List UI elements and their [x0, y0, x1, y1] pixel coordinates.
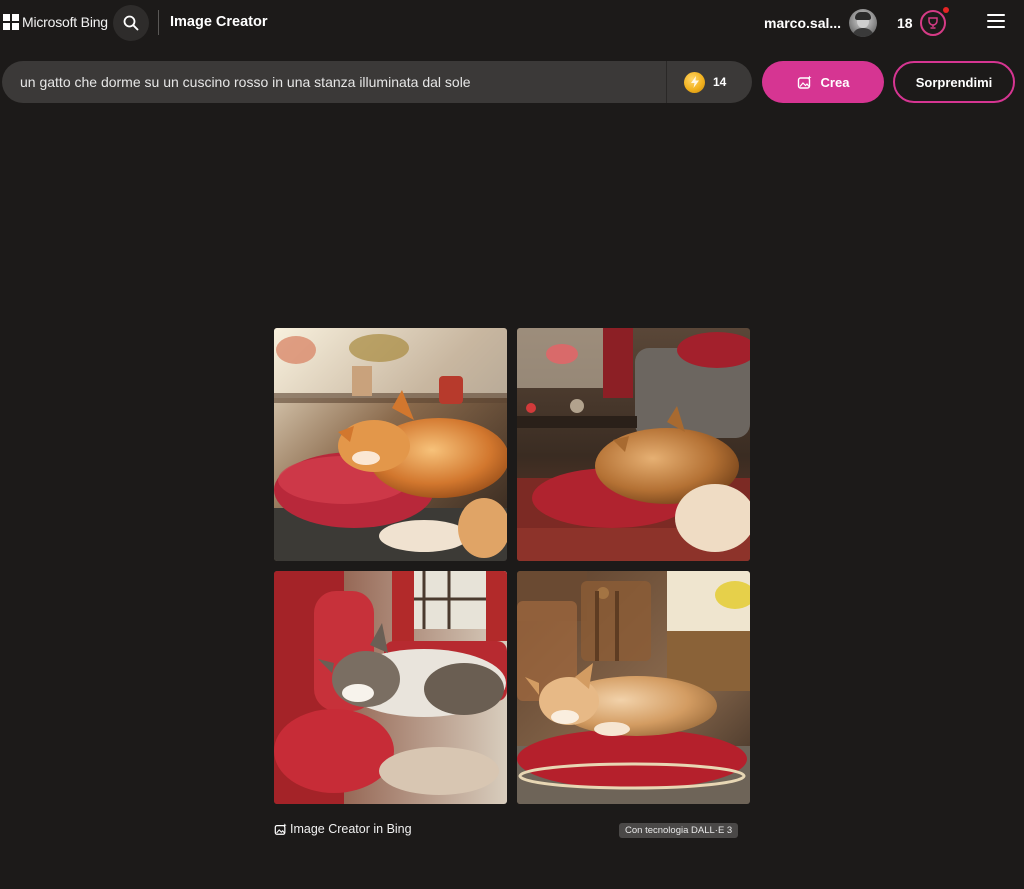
- create-button[interactable]: Crea: [762, 61, 884, 103]
- create-button-label: Crea: [820, 74, 850, 90]
- bing-home-link[interactable]: Microsoft Bing: [3, 14, 108, 30]
- rewards-button[interactable]: [920, 10, 946, 36]
- footer-brand-label: Image Creator in Bing: [290, 822, 412, 836]
- surprise-me-button[interactable]: Sorprendimi: [893, 61, 1015, 103]
- surprise-me-label: Sorprendimi: [915, 74, 993, 90]
- image-sparkle-icon: [274, 822, 287, 836]
- brand-label: Microsoft Bing: [22, 14, 108, 30]
- boosts-count: 14: [713, 75, 727, 89]
- header-divider: [158, 10, 159, 35]
- trophy-icon: [928, 17, 938, 29]
- image-creator-footer-link[interactable]: Image Creator in Bing: [274, 822, 412, 836]
- boosts-indicator[interactable]: 14: [684, 71, 726, 93]
- boost-coin-icon: [684, 71, 705, 93]
- prompt-divider: [666, 61, 667, 103]
- menu-button[interactable]: [987, 14, 1007, 32]
- rewards-count[interactable]: 18: [897, 15, 913, 31]
- avatar[interactable]: [849, 9, 877, 37]
- generated-image-3[interactable]: [274, 571, 507, 804]
- powered-by-badge: Con tecnologia DALL·E 3: [619, 823, 739, 838]
- notification-dot: [943, 7, 949, 13]
- prompt-bar: 14: [2, 61, 752, 103]
- search-icon: [123, 15, 139, 31]
- generated-image-2[interactable]: [517, 328, 750, 561]
- top-header: Microsoft Bing Image Creator marco.sal..…: [0, 0, 1024, 46]
- generated-image-1[interactable]: [274, 328, 507, 561]
- generated-image-4[interactable]: [517, 571, 750, 804]
- image-sparkle-icon: [797, 75, 812, 90]
- search-button[interactable]: [113, 5, 149, 41]
- generated-images-grid: [274, 328, 750, 804]
- username[interactable]: marco.sal...: [764, 15, 841, 31]
- prompt-input[interactable]: [20, 61, 660, 103]
- app-title[interactable]: Image Creator: [170, 14, 268, 30]
- hamburger-menu-icon: [987, 14, 1005, 16]
- microsoft-logo-icon: [3, 14, 19, 30]
